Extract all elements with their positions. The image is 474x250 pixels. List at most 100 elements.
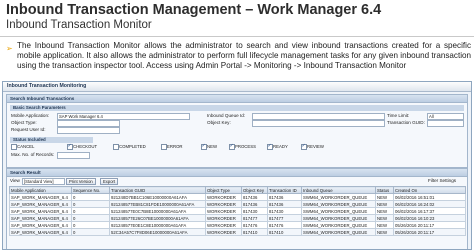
transaction-guid-label: Transaction GUID: (387, 120, 425, 125)
table-cell: 0 (71, 207, 110, 215)
basic-search-section: Basic Search Parameters (10, 105, 464, 111)
column-header[interactable]: Sequence No. (71, 186, 110, 194)
transaction-guid-input[interactable] (427, 120, 464, 127)
inbound-queue-id-label: Inbound Queue Id: (207, 113, 246, 118)
request-user-id-label: Request User Id: (11, 127, 46, 132)
table-row[interactable]: SAP_WORK_MANAGER_6.4 0 52C34A57C7F8D06E100… (9, 228, 466, 236)
slide-subtitle: Inbound Transaction Monitor (6, 19, 152, 31)
time-limit-select[interactable]: All (427, 113, 464, 120)
search-panel: Search Inbound Transactions Basic Search… (6, 94, 468, 168)
table-row[interactable]: SAP_WORK_MANAGER_6.4 0 521248577E0C7B8E100… (9, 207, 466, 215)
table-cell: 06/02/2016 16:51:01 (393, 193, 466, 201)
table-cell: 0 (71, 200, 110, 208)
table-cell: 0 (71, 214, 110, 222)
table-cell: SWM64_WORKORDER_QUEUE (301, 207, 376, 215)
table-cell: 817436 (241, 200, 268, 208)
table-cell: SWM64_WORKORDER_QUEUE (301, 193, 376, 201)
result-table: Mobile Application Sequence No. Transactio… (9, 186, 466, 236)
table-cell: 817410 (267, 228, 302, 236)
table-cell: 06/02/2016 16:17:37 (393, 207, 466, 215)
status-included-section: Status Included (10, 137, 93, 143)
table-cell: 817436 (267, 200, 302, 208)
slide-title: Inbound Transaction Management – Work Ma… (6, 2, 382, 18)
table-cell: SAP_WORK_MANAGER_6.4 (9, 221, 72, 229)
table-cell: 817430 (267, 207, 302, 215)
table-cell: 921248D7BB1C106E10000000A61AFA (109, 193, 206, 201)
description-paragraph: The Inbound Transaction Monitor allows t… (17, 41, 471, 71)
search-result-panel: Search Result View [Standard View] Print… (6, 168, 468, 249)
table-cell: SWM64_WORKORDER_QUEUE (301, 214, 376, 222)
table-cell: 817436 (241, 193, 268, 201)
filter-settings-link[interactable]: Filter Settings (428, 178, 456, 183)
table-cell: WORKORDER (205, 200, 242, 208)
view-label: View (10, 178, 20, 183)
table-cell: SWM64_WORKORDER_QUEUE (301, 228, 376, 236)
table-cell: SAP_WORK_MANAGER_6.4 (9, 214, 72, 222)
column-header[interactable]: Object Type (205, 186, 242, 194)
table-cell: 817436 (267, 193, 302, 201)
status-ready-label: READY (273, 144, 288, 149)
table-cell: WORKORDER (205, 214, 242, 222)
table-cell: 05/26/2016 20:11:17 (393, 221, 466, 229)
table-cell: 817477 (241, 214, 268, 222)
request-user-id-input[interactable] (57, 127, 120, 134)
status-cancel-label: CANCEL (17, 144, 35, 149)
table-cell: NEW (375, 207, 394, 215)
table-cell: 817430 (241, 207, 268, 215)
status-error-label: ERROR (167, 144, 183, 149)
column-header[interactable]: Transaction GUID (109, 186, 206, 194)
table-cell: 817477 (267, 214, 302, 222)
export-button[interactable]: Export (100, 178, 119, 185)
table-cell: 521248577E0C7B8E10000000A61AFA (109, 207, 206, 215)
table-cell: 0 (71, 221, 110, 229)
table-row[interactable]: SAP_WORK_MANAGER_6.4 0 921248D7BB1C106E100… (9, 193, 466, 201)
object-key-input[interactable] (252, 120, 385, 127)
column-header[interactable]: Inbound Queue (301, 186, 376, 194)
mobile-application-label: Mobile Application: (11, 113, 50, 118)
table-cell: NEW (375, 200, 394, 208)
status-process-label: PROCESS (235, 144, 257, 149)
table-cell: WORKORDER (205, 221, 242, 229)
table-cell: 817476 (241, 221, 268, 229)
status-new-label: NEW (207, 144, 218, 149)
table-cell: SAP_WORK_MANAGER_6.4 (9, 207, 72, 215)
status-checkout-label: CHECKOUT (73, 144, 98, 149)
column-header[interactable]: Mobile Application (9, 186, 72, 194)
table-cell: SWM64_WORKORDER_QUEUE (301, 221, 376, 229)
table-row[interactable]: SAP_WORK_MANAGER_6.4 0 921248577E0E1C8E100… (9, 221, 466, 229)
app-title: Inbound Transaction Monitoring (3, 82, 471, 92)
inbound-queue-id-select[interactable] (252, 113, 385, 120)
table-cell: SAP_WORK_MANAGER_6.4 (9, 193, 72, 201)
time-limit-label: Time Limit: (387, 113, 410, 118)
status-completed-label: COMPLETED (119, 144, 146, 149)
column-header[interactable]: Created On (393, 186, 466, 194)
table-cell: 52C34A57C7F8D06E10000000A61AFA (109, 228, 206, 236)
table-cell: 817410 (241, 228, 268, 236)
column-header[interactable]: Transaction ID (267, 186, 302, 194)
table-cell: NEW (375, 193, 394, 201)
search-panel-title: Search Inbound Transactions (7, 95, 467, 103)
table-cell: 921248577EB81C81FDE10000000A61AFA (109, 200, 206, 208)
max-records-input[interactable] (57, 152, 90, 159)
app-screenshot: Inbound Transaction Monitoring Search In… (2, 81, 472, 250)
table-cell: SWM64_WORKORDER_QUEUE (301, 200, 376, 208)
table-cell: WORKORDER (205, 193, 242, 201)
table-row[interactable]: SAP_WORK_MANAGER_6.4 0 921248577EB81C81FDE… (9, 200, 466, 208)
table-cell: NEW (375, 214, 394, 222)
table-cell: 817476 (267, 221, 302, 229)
table-cell: SAP_WORK_MANAGER_6.4 (9, 200, 72, 208)
object-type-input[interactable] (57, 120, 120, 127)
table-cell: NEW (375, 221, 394, 229)
print-version-button[interactable]: Print Version (66, 178, 96, 185)
table-cell: 921248577E26C07BE10000000A61AFA (109, 214, 206, 222)
view-select[interactable]: [Standard View] (22, 178, 65, 185)
max-records-label: Max. No. of Records: (11, 152, 55, 157)
column-header[interactable]: Object Key (241, 186, 268, 194)
search-result-title: Search Result (7, 169, 467, 177)
mobile-application-select[interactable]: SAP Work Manager 6.4 (57, 113, 190, 120)
table-cell: 0 (71, 193, 110, 201)
column-header[interactable]: Status (375, 186, 394, 194)
status-review-label: REVIEW (307, 144, 324, 149)
table-row[interactable]: SAP_WORK_MANAGER_6.4 0 921248577E26C07BE10… (9, 214, 466, 222)
table-cell: 921248577E0E1C8E10000000A61AFA (109, 221, 206, 229)
